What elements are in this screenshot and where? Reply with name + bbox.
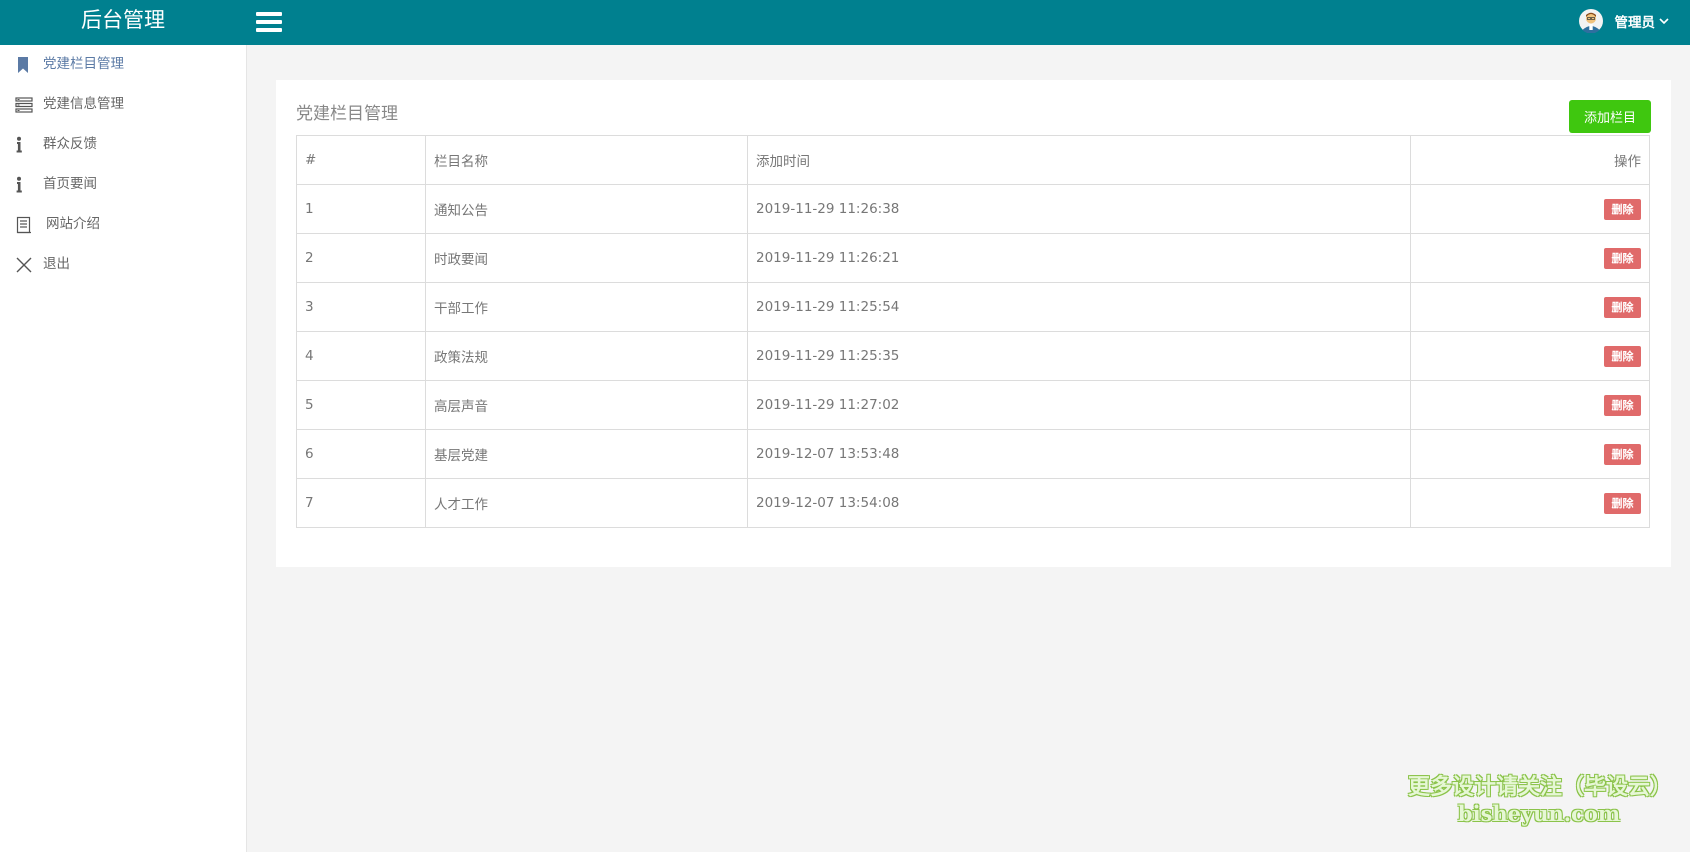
table-row: 4 政策法规 2019-11-29 11:25:35 删除 (296, 331, 1650, 381)
add-column-button[interactable]: 添加栏目 (1569, 100, 1651, 133)
sidebar-item-label: 退出 (43, 256, 70, 272)
row-action-cell: 删除 (1410, 233, 1650, 283)
sidebar-item-info-management[interactable]: 党建信息管理 (0, 85, 246, 123)
column-header-action: 操作 (1410, 135, 1650, 185)
column-table: # 栏目名称 添加时间 操作 1 通知公告 2019-11-29 11:26:3… (296, 135, 1650, 528)
page-title: 党建栏目管理 (296, 104, 398, 124)
row-id: 4 (296, 331, 426, 381)
table-header-row: # 栏目名称 添加时间 操作 (296, 135, 1650, 185)
delete-button[interactable]: 删除 (1604, 394, 1641, 416)
sidebar-item-label: 党建栏目管理 (43, 56, 124, 72)
row-id: 6 (296, 429, 426, 479)
watermark-line1: 更多设计请关注（毕设云） (1408, 775, 1673, 800)
row-action-cell: 删除 (1410, 331, 1650, 381)
delete-button[interactable]: 删除 (1604, 247, 1641, 269)
sidebar-item-label: 首页要闻 (43, 176, 97, 192)
row-id: 7 (296, 478, 426, 528)
top-header: 后台管理 管理员 (0, 0, 1690, 45)
row-action-cell: 删除 (1410, 282, 1650, 332)
sidebar: 党建栏目管理 党建信息管理 群众反馈 首页要闻 网站介绍 退出 (0, 45, 247, 852)
row-id: 5 (296, 380, 426, 430)
row-id: 3 (296, 282, 426, 332)
table-row: 2 时政要闻 2019-11-29 11:26:21 删除 (296, 233, 1650, 283)
row-name: 干部工作 (425, 282, 748, 332)
column-header-id: # (296, 135, 426, 185)
row-time: 2019-11-29 11:26:38 (747, 184, 1411, 234)
row-time: 2019-11-29 11:27:02 (747, 380, 1411, 430)
sidebar-item-home-news[interactable]: 首页要闻 (0, 165, 246, 203)
sidebar-item-label: 群众反馈 (43, 136, 97, 152)
row-id: 1 (296, 184, 426, 234)
table-row: 3 干部工作 2019-11-29 11:25:54 删除 (296, 282, 1650, 332)
row-time: 2019-11-29 11:26:21 (747, 233, 1411, 283)
column-header-name: 栏目名称 (425, 135, 748, 185)
sidebar-item-logout[interactable]: 退出 (0, 245, 246, 283)
row-name: 通知公告 (425, 184, 748, 234)
delete-button[interactable]: 删除 (1604, 443, 1641, 465)
sidebar-item-feedback[interactable]: 群众反馈 (0, 125, 246, 163)
document-icon (16, 216, 31, 234)
brand-title: 后台管理 (81, 8, 165, 32)
menu-toggle-button[interactable] (256, 11, 282, 33)
row-time: 2019-12-07 13:54:08 (747, 478, 1411, 528)
table-row: 5 高层声音 2019-11-29 11:27:02 删除 (296, 380, 1650, 430)
avatar-icon (1578, 9, 1603, 33)
table-row: 6 基层党建 2019-12-07 13:53:48 删除 (296, 429, 1650, 479)
user-name: 管理员 (1614, 15, 1656, 31)
delete-button[interactable]: 删除 (1604, 492, 1641, 514)
list-icon (15, 97, 33, 113)
watermark: 更多设计请关注（毕设云） bisheyun.com (1408, 774, 1673, 826)
row-time: 2019-11-29 11:25:54 (747, 282, 1411, 332)
close-icon (16, 257, 32, 273)
row-id: 2 (296, 233, 426, 283)
row-action-cell: 删除 (1410, 184, 1650, 234)
sidebar-item-label: 网站介绍 (46, 216, 100, 232)
row-time: 2019-12-07 13:53:48 (747, 429, 1411, 479)
delete-button[interactable]: 删除 (1604, 296, 1641, 318)
table-row: 1 通知公告 2019-11-29 11:26:38 删除 (296, 184, 1650, 234)
sidebar-item-column-management[interactable]: 党建栏目管理 (0, 45, 246, 83)
info-icon (16, 176, 22, 193)
chevron-down-icon (1659, 18, 1669, 25)
info-icon (16, 136, 22, 153)
row-name: 基层党建 (425, 429, 748, 479)
row-action-cell: 删除 (1410, 380, 1650, 430)
row-name: 高层声音 (425, 380, 748, 430)
content-card: 党建栏目管理 添加栏目 # 栏目名称 添加时间 操作 1 通知公告 2019-1… (276, 80, 1671, 567)
column-header-time: 添加时间 (747, 135, 1411, 185)
delete-button[interactable]: 删除 (1604, 345, 1641, 367)
row-name: 人才工作 (425, 478, 748, 528)
row-action-cell: 删除 (1410, 478, 1650, 528)
row-name: 时政要闻 (425, 233, 748, 283)
table-row: 7 人才工作 2019-12-07 13:54:08 删除 (296, 478, 1650, 528)
user-menu[interactable]: 管理员 (1578, 5, 1671, 37)
bookmark-icon (18, 57, 28, 73)
row-action-cell: 删除 (1410, 429, 1650, 479)
sidebar-item-label: 党建信息管理 (43, 96, 124, 112)
sidebar-item-site-intro[interactable]: 网站介绍 (0, 205, 246, 243)
row-time: 2019-11-29 11:25:35 (747, 331, 1411, 381)
delete-button[interactable]: 删除 (1604, 198, 1641, 220)
row-name: 政策法规 (425, 331, 748, 381)
watermark-line2: bisheyun.com (1457, 801, 1621, 826)
